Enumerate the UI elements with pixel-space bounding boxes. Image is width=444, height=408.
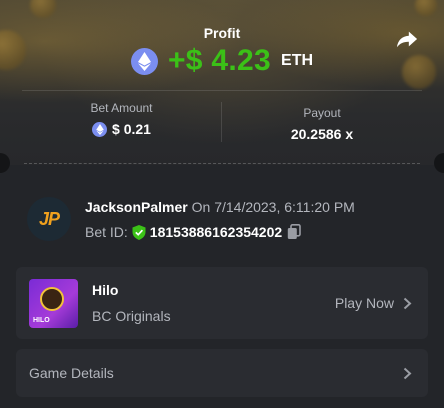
chevron-right-icon bbox=[403, 297, 412, 310]
share-arrow-icon[interactable] bbox=[396, 28, 418, 50]
bet-detail-card: Profit +$ 4.23 ETH Bet Amount $ 0.21 Pay… bbox=[0, 0, 444, 408]
username-link[interactable]: JacksonPalmer bbox=[85, 199, 188, 215]
bet-amount-row: $ 0.21 bbox=[22, 121, 221, 137]
bet-amount-block: Bet Amount $ 0.21 bbox=[22, 101, 221, 137]
game-details-row[interactable]: Game Details bbox=[16, 349, 428, 397]
ticket-notch-right bbox=[434, 153, 444, 173]
avatar-initials: JP bbox=[38, 208, 60, 229]
eth-icon bbox=[130, 47, 158, 75]
payout-block: Payout 20.2586 x bbox=[222, 106, 422, 142]
bet-id-label: Bet ID: bbox=[85, 224, 128, 240]
game-provider: BC Originals bbox=[92, 308, 171, 324]
bet-amount-label: Bet Amount bbox=[90, 101, 153, 115]
bet-id-line: Bet ID: 18153886162354202 bbox=[85, 224, 301, 240]
profit-row: +$ 4.23 ETH bbox=[0, 44, 444, 78]
payout-label: Payout bbox=[303, 106, 341, 120]
header-divider bbox=[22, 90, 422, 91]
thumb-label: HILO bbox=[33, 317, 50, 324]
game-name: Hilo bbox=[92, 282, 119, 298]
decor-coin bbox=[30, 0, 56, 18]
game-card[interactable]: HILO Hilo BC Originals Play Now bbox=[16, 267, 428, 339]
eth-icon bbox=[92, 121, 108, 137]
game-details-label: Game Details bbox=[29, 365, 114, 381]
profit-currency: ETH bbox=[281, 52, 314, 69]
bet-amount-value: $ 0.21 bbox=[112, 121, 151, 137]
play-now-label: Play Now bbox=[334, 295, 394, 311]
payout-value: 20.2586 x bbox=[290, 126, 354, 142]
copy-icon[interactable] bbox=[287, 224, 301, 240]
user-line: JacksonPalmer On 7/14/2023, 6:11:20 PM bbox=[85, 199, 355, 215]
decor-coin bbox=[415, 0, 437, 16]
bet-id-value: 18153886162354202 bbox=[149, 224, 283, 240]
profit-value: +$ 4.23 bbox=[167, 44, 272, 77]
verified-shield-icon bbox=[132, 224, 146, 240]
bet-date: On 7/14/2023, 6:11:20 PM bbox=[191, 199, 355, 215]
avatar[interactable]: JP bbox=[27, 197, 71, 241]
game-mascot-icon bbox=[40, 287, 64, 311]
game-thumbnail: HILO bbox=[29, 279, 78, 328]
ticket-perforation bbox=[24, 163, 420, 164]
play-now-button[interactable]: Play Now bbox=[335, 295, 412, 311]
chevron-right-icon bbox=[403, 367, 412, 380]
profit-label: Profit bbox=[203, 25, 241, 41]
